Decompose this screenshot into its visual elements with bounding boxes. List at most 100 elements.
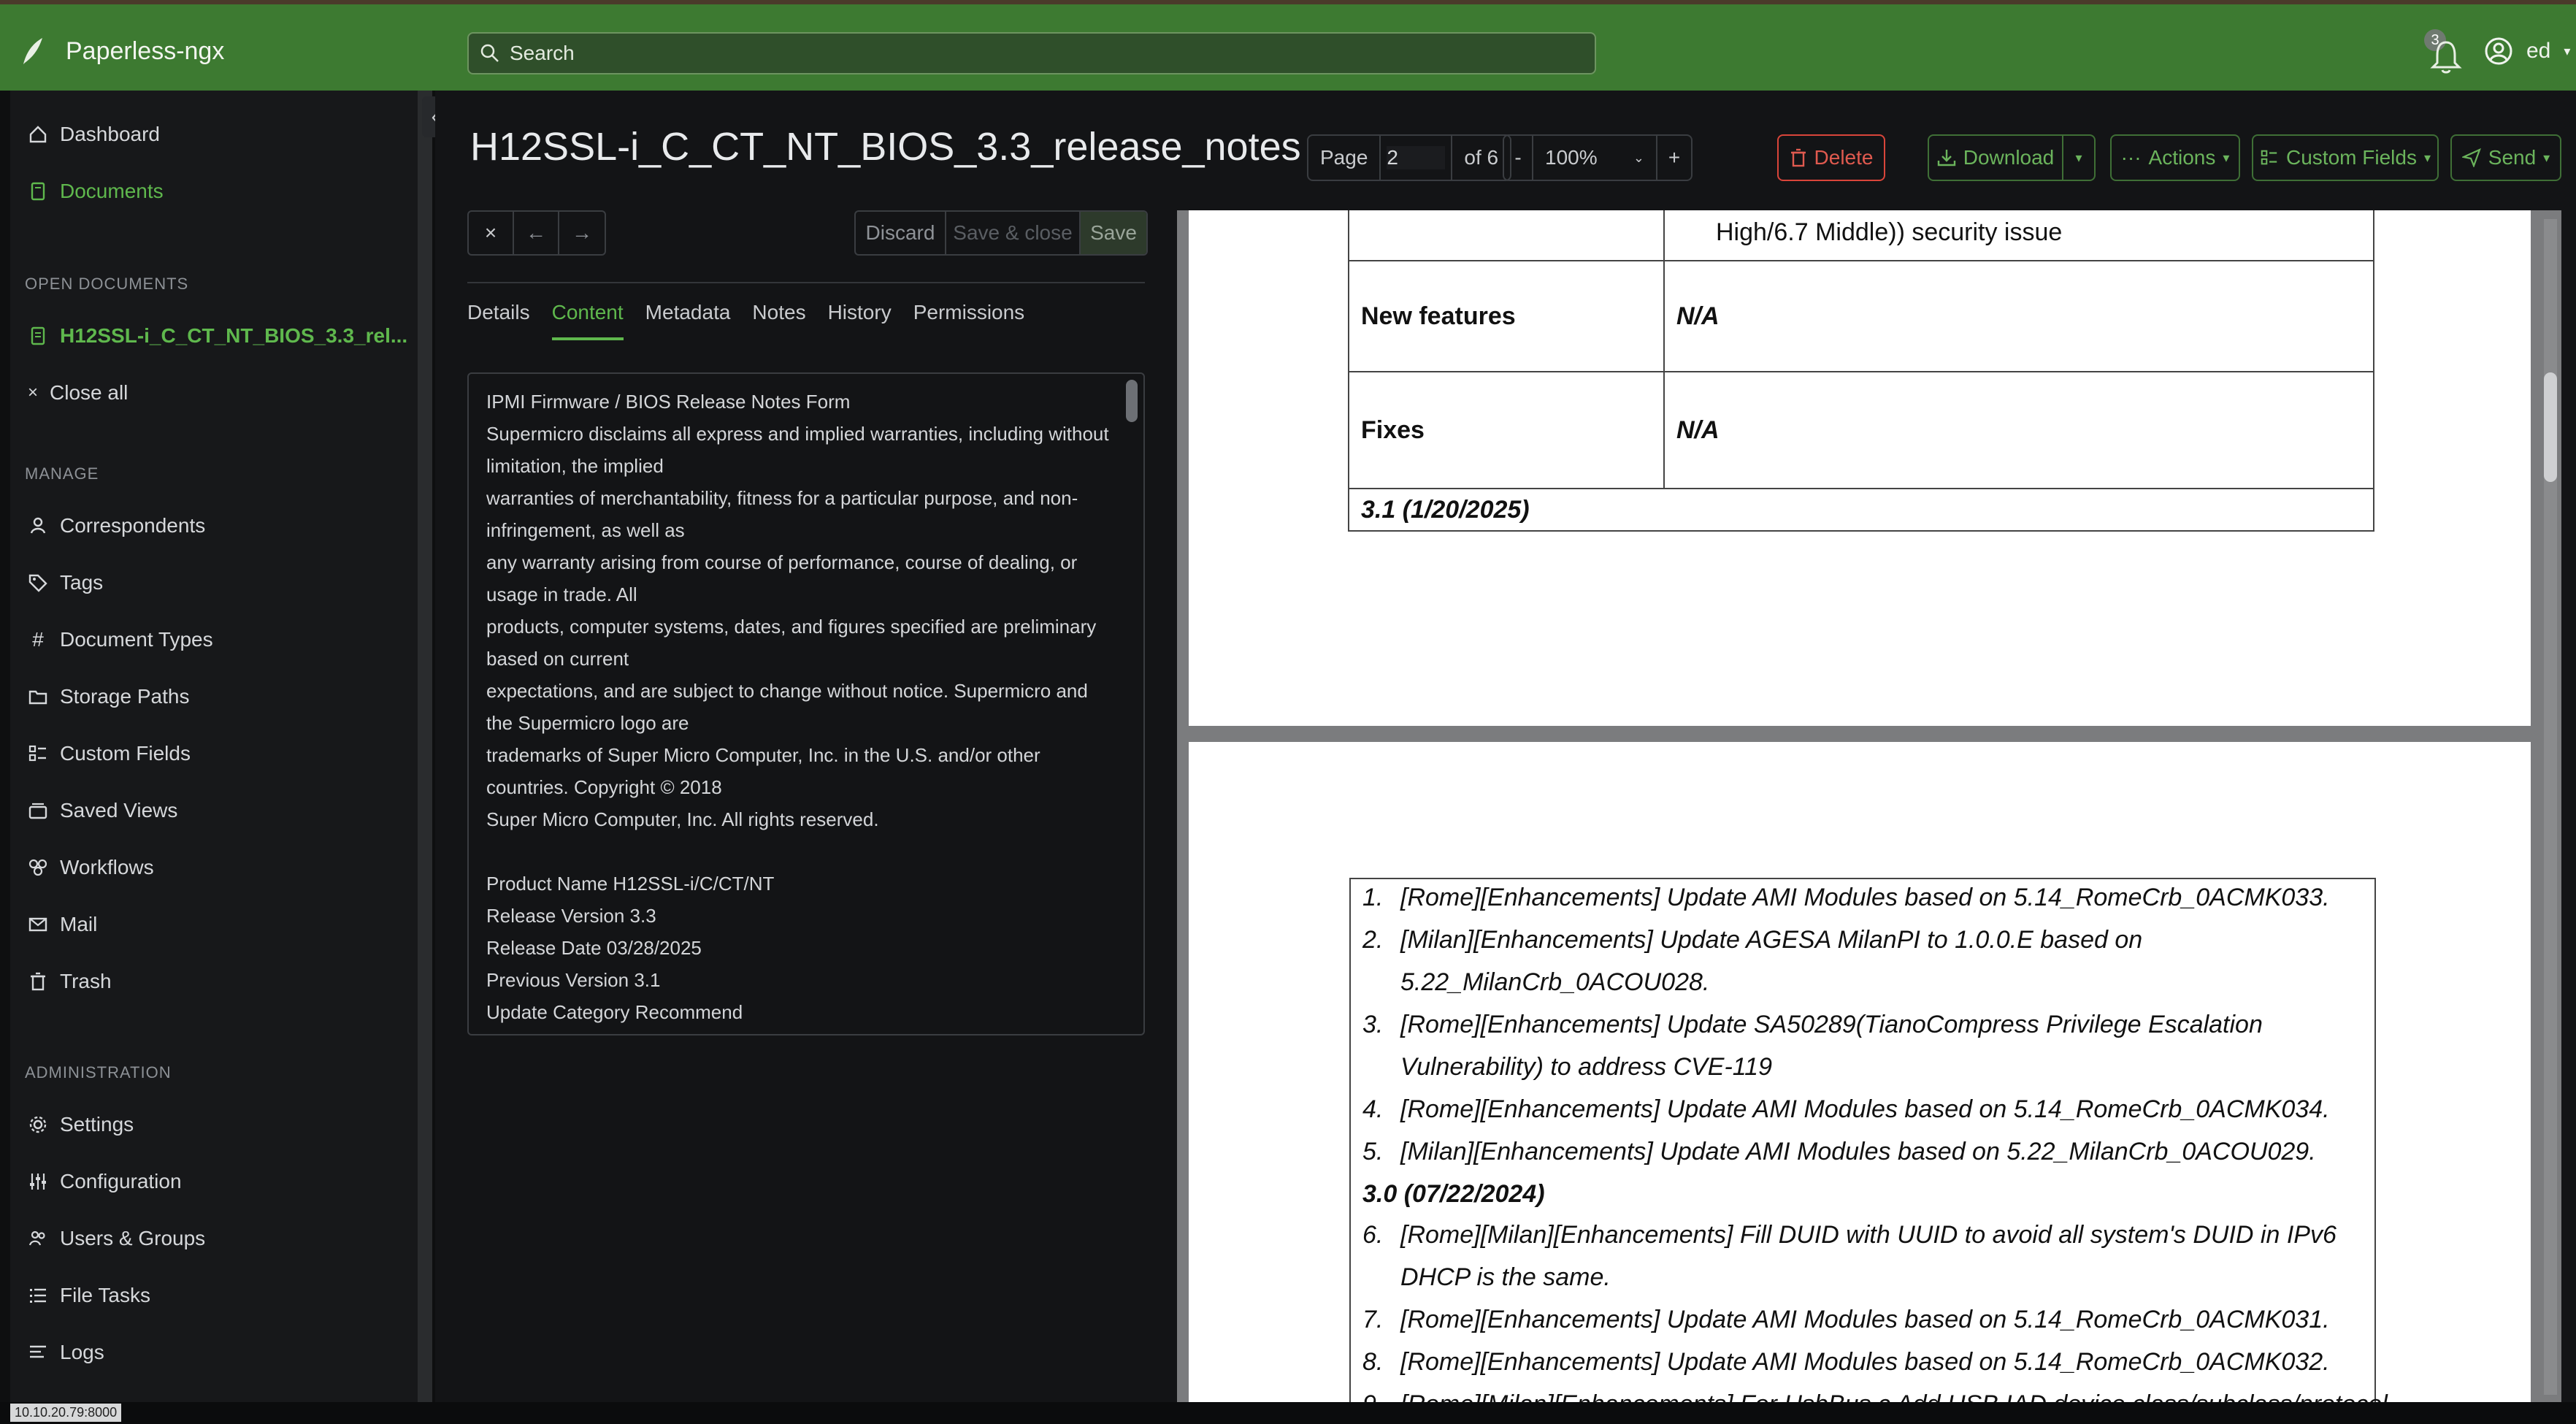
page-number-input[interactable] bbox=[1387, 146, 1446, 169]
tab-metadata[interactable]: Metadata bbox=[645, 301, 731, 340]
pdf-cell: N/A bbox=[1663, 371, 2374, 489]
tab-details[interactable]: Details bbox=[467, 301, 530, 340]
save-actions-group: Discard Save & close Save bbox=[854, 210, 1148, 256]
sidebar-close-all[interactable]: × Close all bbox=[28, 381, 128, 405]
close-document-button[interactable]: × bbox=[469, 212, 514, 254]
notifications-button[interactable]: 3 bbox=[2424, 29, 2462, 74]
sidebar-item-correspondents[interactable]: Correspondents bbox=[28, 514, 205, 537]
gear-icon bbox=[29, 1116, 47, 1133]
search-bar[interactable] bbox=[467, 32, 1596, 74]
close-icon: × bbox=[28, 383, 39, 402]
sidebar-item-document-types[interactable]: # Document Types bbox=[28, 628, 212, 651]
three-dots-icon: ··· bbox=[2120, 146, 2142, 169]
send-button[interactable]: Send ▾ bbox=[2450, 134, 2561, 181]
sidebar-scrollbar[interactable] bbox=[418, 91, 432, 1424]
sliders-icon bbox=[30, 1174, 46, 1190]
document-tabs: Details Content Metadata Notes History P… bbox=[467, 301, 1024, 340]
sidebar-item-users-groups[interactable]: Users & Groups bbox=[28, 1227, 205, 1250]
tab-history[interactable]: History bbox=[828, 301, 892, 340]
page-navigator: Page of 6 bbox=[1307, 134, 1512, 181]
zoom-control: - 100% ⌄ + bbox=[1503, 134, 1693, 181]
caret-down-icon: ▾ bbox=[2075, 150, 2082, 165]
sidebar-item-tags[interactable]: Tags bbox=[28, 571, 103, 594]
sidebar-item-documents[interactable]: Documents bbox=[28, 180, 164, 203]
previous-document-button[interactable]: ← bbox=[514, 212, 559, 254]
bell-icon bbox=[2430, 41, 2462, 74]
sidebar-item-label: Custom Fields bbox=[60, 742, 191, 765]
tab-notes[interactable]: Notes bbox=[752, 301, 805, 340]
sidebar-item-configuration[interactable]: Configuration bbox=[28, 1170, 182, 1193]
caret-down-icon: ▾ bbox=[2543, 150, 2550, 165]
next-document-button[interactable]: → bbox=[559, 212, 605, 254]
sidebar-item-label: Saved Views bbox=[60, 799, 178, 822]
sidebar-open-document[interactable]: H12SSL-i_C_CT_NT_BIOS_3.3_rel... bbox=[28, 324, 407, 348]
download-dropdown-toggle[interactable]: ▾ bbox=[2063, 134, 2096, 181]
bottom-edge bbox=[0, 1402, 2576, 1424]
content-textarea[interactable]: IPMI Firmware / BIOS Release Notes Form … bbox=[467, 372, 1145, 1036]
zoom-select[interactable]: 100% ⌄ bbox=[1533, 136, 1657, 180]
pdf-scrollbar-thumb[interactable] bbox=[2544, 372, 2557, 482]
leaf-logo-icon bbox=[23, 38, 42, 64]
sidebar-item-logs[interactable]: Logs bbox=[28, 1341, 104, 1364]
user-menu[interactable]: ed ▾ bbox=[2484, 37, 2570, 66]
send-icon bbox=[2461, 148, 2481, 167]
sidebar-item-workflows[interactable]: Workflows bbox=[28, 856, 154, 879]
pdf-page: High/6.7 Middle)) security issue New fea… bbox=[1189, 210, 2531, 726]
administration-heading: ADMINISTRATION bbox=[25, 1063, 172, 1082]
sidebar-item-label: Settings bbox=[60, 1113, 134, 1136]
sidebar-item-custom-fields[interactable]: Custom Fields bbox=[28, 742, 191, 765]
delete-button[interactable]: Delete bbox=[1777, 134, 1885, 181]
sidebar-item-label: Configuration bbox=[60, 1170, 182, 1193]
sidebar-item-storage-paths[interactable]: Storage Paths bbox=[28, 685, 189, 708]
content-scrollbar[interactable] bbox=[1126, 380, 1138, 1030]
custom-fields-button[interactable]: Custom Fields ▾ bbox=[2252, 134, 2439, 181]
sidebar-item-trash[interactable]: Trash bbox=[28, 970, 112, 993]
document-nav-group: × ← → bbox=[467, 210, 606, 256]
pdf-viewer[interactable]: High/6.7 Middle)) security issue New fea… bbox=[1177, 210, 2561, 1402]
tab-permissions[interactable]: Permissions bbox=[913, 301, 1024, 340]
zoom-in-button[interactable]: + bbox=[1657, 136, 1691, 180]
sidebar-item-label: Documents bbox=[60, 180, 164, 202]
search-input[interactable] bbox=[510, 42, 1532, 65]
sidebar-item-label: Workflows bbox=[60, 856, 154, 878]
brand[interactable]: Paperless-ngx bbox=[20, 31, 224, 72]
documents-icon bbox=[31, 182, 45, 201]
sidebar-item-saved-views[interactable]: Saved Views bbox=[28, 799, 177, 822]
download-button[interactable]: Download bbox=[1928, 134, 2063, 181]
caret-down-icon: ▾ bbox=[2423, 150, 2431, 165]
zoom-out-button[interactable]: - bbox=[1504, 136, 1533, 180]
pdf-page: 1. [Rome][Enhancements] Update AMI Module… bbox=[1189, 742, 2531, 1402]
sidebar-item-label: Correspondents bbox=[60, 514, 206, 537]
sidebar-item-label: Trash bbox=[60, 970, 112, 992]
sidebar-item-settings[interactable]: Settings bbox=[28, 1113, 134, 1136]
sidebar-item-label: Close all bbox=[50, 381, 129, 404]
envelope-icon bbox=[28, 917, 47, 932]
user-avatar-icon bbox=[2485, 37, 2512, 65]
trash-icon bbox=[31, 972, 45, 991]
sidebar-item-label: H12SSL-i_C_CT_NT_BIOS_3.3_rel... bbox=[60, 324, 408, 347]
tabs-divider bbox=[467, 282, 1145, 283]
house-icon bbox=[29, 126, 47, 143]
page-number-field[interactable] bbox=[1381, 136, 1453, 180]
save-button[interactable]: Save bbox=[1081, 212, 1146, 254]
save-close-button[interactable]: Save & close bbox=[946, 212, 1081, 254]
sidebar-item-file-tasks[interactable]: File Tasks bbox=[28, 1284, 150, 1307]
discard-button[interactable]: Discard bbox=[856, 212, 946, 254]
trash-icon bbox=[1790, 148, 1806, 167]
sidebar-item-mail[interactable]: Mail bbox=[28, 913, 97, 936]
sidebar-item-label: Dashboard bbox=[60, 123, 160, 145]
sidebar-item-label: File Tasks bbox=[60, 1284, 150, 1306]
sidebar-item-dashboard[interactable]: Dashboard bbox=[28, 123, 160, 146]
people-icon bbox=[28, 1230, 45, 1246]
chevron-down-icon: ▾ bbox=[2564, 43, 2571, 58]
text-left-icon bbox=[30, 1345, 46, 1358]
chevron-down-icon: ⌄ bbox=[1633, 150, 1644, 165]
content-scrollbar-thumb[interactable] bbox=[1126, 380, 1138, 422]
download-icon bbox=[1937, 150, 1955, 166]
pdf-scrollbar[interactable] bbox=[2544, 219, 2557, 1395]
search-icon bbox=[480, 44, 499, 62]
tab-content[interactable]: Content bbox=[551, 301, 624, 340]
actions-button[interactable]: ··· Actions ▾ bbox=[2110, 134, 2240, 181]
document-title: H12SSL-i_C_CT_NT_BIOS_3.3_release_notes bbox=[470, 125, 1301, 169]
pdf-cell: N/A bbox=[1663, 260, 2374, 372]
